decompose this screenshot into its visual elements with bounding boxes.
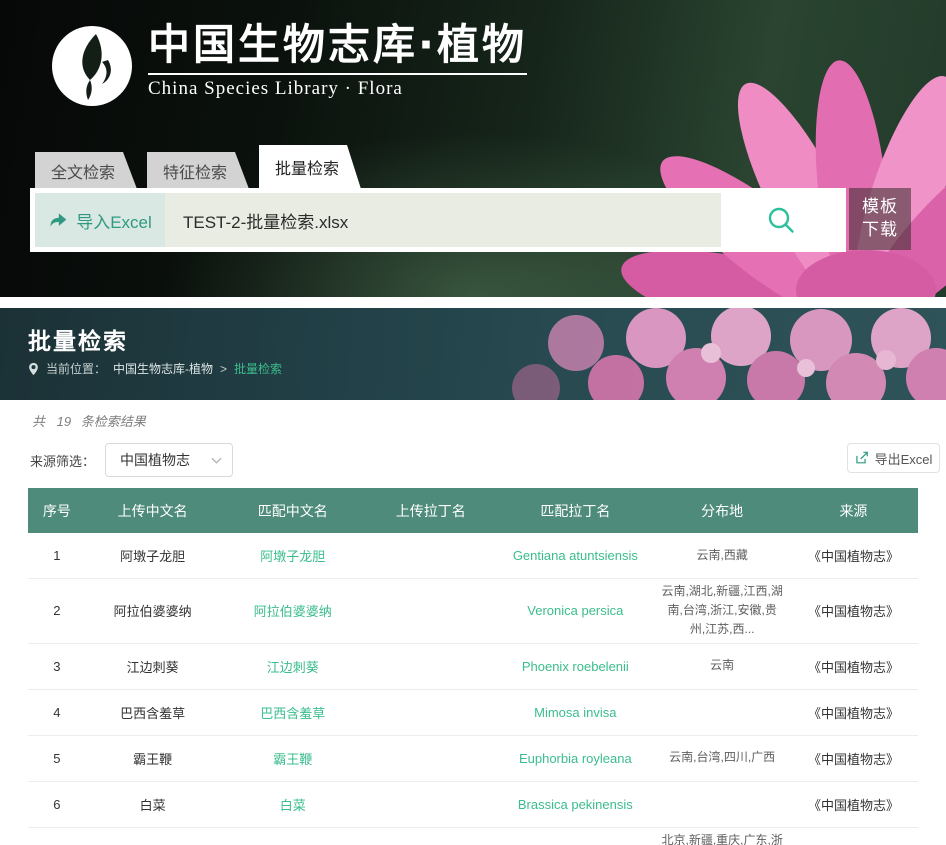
export-excel-button[interactable]: 导出Excel (847, 443, 940, 473)
source-filter-label: 来源筛选： (30, 451, 95, 470)
search-button[interactable] (721, 193, 841, 247)
cell-source: 《中国植物志》 (789, 601, 918, 620)
cell-source: 《中国植物志》 (789, 657, 918, 676)
table-row: 7 白车轴草 白车轴草 Trifolium repens 北京,新疆,重庆,广东… (28, 828, 918, 845)
matched-cn-link[interactable]: 巴西含羞草 (219, 703, 366, 722)
cell-source: 《中国植物志》 (789, 749, 918, 768)
location-icon (28, 362, 39, 376)
tab-fulltext-search[interactable]: 全文检索 (35, 152, 137, 189)
table-row: 2 阿拉伯婆婆纳 阿拉伯婆婆纳 Veronica persica 云南,湖北,新… (28, 579, 918, 644)
matched-latin-link[interactable]: Brassica pekinensis (495, 797, 655, 812)
search-icon (765, 204, 797, 236)
result-count: 共 19 条检索结果 (32, 411, 146, 430)
cell-upload-cn: 阿墩子龙胆 (86, 546, 220, 565)
cell-no: 1 (28, 548, 86, 563)
cell-no: 2 (28, 603, 86, 618)
matched-latin-link[interactable]: Mimosa invisa (495, 705, 655, 720)
cell-upload-cn: 霸王鞭 (86, 749, 220, 768)
template-download-line1: 模板 (862, 196, 898, 219)
cell-distribution: 云南,台湾,四川,广西 (655, 748, 789, 767)
results-table: 序号 上传中文名 匹配中文名 上传拉丁名 匹配拉丁名 分布地 来源 1 阿墩子龙… (28, 488, 918, 845)
matched-latin-link[interactable]: Phoenix roebelenii (495, 659, 655, 674)
matched-cn-link[interactable]: 白菜 (219, 795, 366, 814)
breadcrumb-current-link[interactable]: 批量检索 (234, 360, 282, 377)
uploaded-filename-field[interactable]: TEST-2-批量检索.xlsx (165, 193, 721, 247)
cell-source: 《中国植物志》 (789, 546, 918, 565)
site-title-cn: 中国生物志库·植物 (148, 18, 527, 73)
source-filter-row: 来源筛选： 中国植物志 (30, 443, 233, 477)
page-title: 批量检索 (28, 322, 128, 356)
template-download-button[interactable]: 模板 下载 (849, 188, 911, 250)
cell-source: 《中国植物志》 (789, 703, 918, 722)
tab-batch-search[interactable]: 批量检索 (259, 145, 361, 189)
result-count-suffix: 条检索结果 (81, 414, 146, 429)
matched-latin-link[interactable]: Euphorbia royleana (495, 751, 655, 766)
breadcrumb-separator: > (220, 362, 227, 376)
source-filter-select[interactable]: 中国植物志 (105, 443, 233, 477)
cell-no: 5 (28, 751, 86, 766)
breadcrumb-root-link[interactable]: 中国生物志库-植物 (113, 360, 213, 377)
site-title-en: China Species Library · Flora (148, 73, 527, 100)
top-banner: 中国生物志库·植物 China Species Library · Flora … (0, 0, 946, 297)
table-row: 3 江边刺葵 江边刺葵 Phoenix roebelenii 云南 《中国植物志… (28, 644, 918, 690)
result-count-number: 19 (57, 414, 71, 429)
logo-icon (50, 24, 134, 108)
cell-distribution: 北京,新疆,重庆,广东,浙江,天津,澳门,广西,内蒙古,宁夏... (655, 831, 789, 845)
cell-upload-cn: 阿拉伯婆婆纳 (86, 601, 220, 620)
cell-no: 6 (28, 797, 86, 812)
export-excel-label: 导出Excel (875, 449, 933, 468)
export-icon (855, 451, 869, 465)
uploaded-filename: TEST-2-批量检索.xlsx (183, 208, 348, 233)
cell-no: 3 (28, 659, 86, 674)
matched-latin-link[interactable]: Gentiana atuntsiensis (495, 548, 655, 563)
matched-latin-link[interactable]: Veronica persica (495, 603, 655, 618)
cell-upload-cn: 巴西含羞草 (86, 703, 220, 722)
import-arrow-icon (48, 210, 68, 230)
cell-distribution: 云南 (655, 656, 789, 675)
cell-source: 《中国植物志》 (789, 795, 918, 814)
cell-upload-cn: 江边刺葵 (86, 657, 220, 676)
import-excel-label: 导入Excel (76, 208, 152, 233)
page-header-banner: 批量检索 当前位置： 中国生物志库-植物 > 批量检索 (0, 308, 946, 400)
lotus-flower-image (536, 55, 946, 297)
col-header-match-cn: 匹配中文名 (219, 501, 366, 521)
search-mode-tabs: 全文检索 特征检索 批量检索 (35, 145, 361, 189)
cell-distribution: 云南,西藏 (655, 546, 789, 565)
matched-cn-link[interactable]: 阿拉伯婆婆纳 (219, 601, 366, 620)
col-header-distribution: 分布地 (655, 501, 789, 521)
result-count-prefix: 共 (32, 414, 45, 429)
col-header-source: 来源 (789, 501, 918, 521)
hydrangea-flower-image (506, 308, 946, 400)
table-row: 1 阿墩子龙胆 阿墩子龙胆 Gentiana atuntsiensis 云南,西… (28, 533, 918, 579)
table-row: 6 白菜 白菜 Brassica pekinensis 《中国植物志》 (28, 782, 918, 828)
source-filter-value: 中国植物志 (120, 450, 190, 470)
table-header-row: 序号 上传中文名 匹配中文名 上传拉丁名 匹配拉丁名 分布地 来源 (28, 488, 918, 533)
matched-cn-link[interactable]: 霸王鞭 (219, 749, 366, 768)
page: 中国生物志库·植物 China Species Library · Flora … (0, 0, 946, 845)
cell-upload-cn: 白菜 (86, 795, 220, 814)
matched-cn-link[interactable]: 江边刺葵 (219, 657, 366, 676)
import-excel-button[interactable]: 导入Excel (35, 193, 165, 247)
col-header-upload-cn: 上传中文名 (86, 501, 220, 521)
breadcrumb: 当前位置： 中国生物志库-植物 > 批量检索 (28, 360, 282, 377)
chevron-down-icon (211, 457, 222, 464)
matched-cn-link[interactable]: 阿墩子龙胆 (219, 546, 366, 565)
cell-no: 4 (28, 705, 86, 720)
col-header-match-latin: 匹配拉丁名 (495, 501, 655, 521)
table-row: 4 巴西含羞草 巴西含羞草 Mimosa invisa 《中国植物志》 (28, 690, 918, 736)
col-header-no: 序号 (28, 501, 86, 521)
cell-distribution: 云南,湖北,新疆,江西,湖南,台湾,浙江,安徽,贵州,江苏,西... (655, 582, 789, 640)
tab-feature-search[interactable]: 特征检索 (147, 152, 249, 189)
template-download-line2: 下载 (862, 219, 898, 242)
search-bar: 导入Excel TEST-2-批量检索.xlsx (30, 188, 846, 252)
breadcrumb-label: 当前位置： (46, 360, 106, 377)
site-logo[interactable]: 中国生物志库·植物 China Species Library · Flora (50, 18, 527, 108)
col-header-upload-latin: 上传拉丁名 (366, 501, 495, 521)
table-row: 5 霸王鞭 霸王鞭 Euphorbia royleana 云南,台湾,四川,广西… (28, 736, 918, 782)
